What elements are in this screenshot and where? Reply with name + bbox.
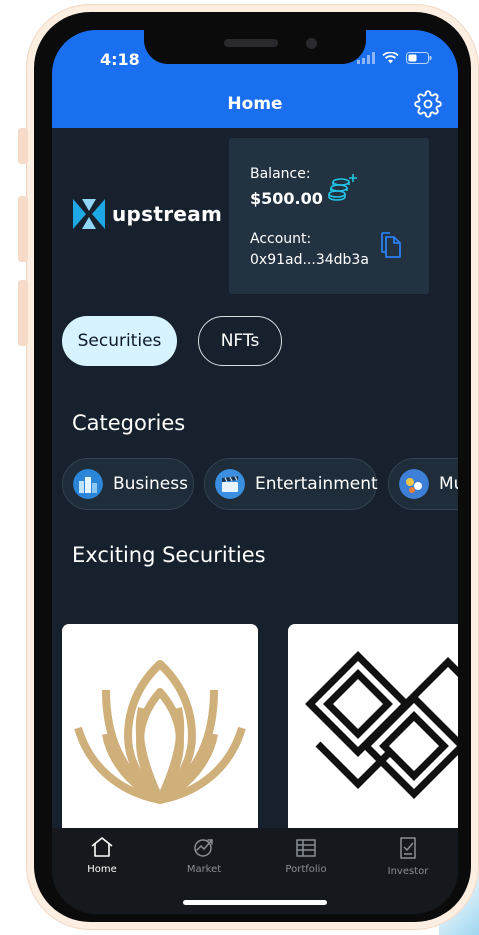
status-time: 4:18 (100, 50, 140, 69)
category-business[interactable]: Business (62, 458, 194, 510)
business-icon (73, 469, 103, 499)
tab-label: Portfolio (285, 864, 327, 875)
add-funds-coins-icon[interactable] (327, 172, 359, 202)
tab-market[interactable]: Market (154, 836, 254, 875)
categories-title: Categories (72, 411, 186, 435)
phone-mute-switch (18, 128, 28, 164)
battery-icon (406, 52, 432, 64)
wallet-card: Balance: $500.00 Account: 0x91ad...34db3… (229, 138, 429, 294)
status-icons (357, 52, 432, 64)
balance-label: Balance: (250, 166, 311, 182)
copy-icon[interactable] (379, 232, 403, 260)
tab-investor[interactable]: Investor (358, 836, 458, 877)
front-camera (306, 38, 317, 49)
home-icon (91, 837, 113, 857)
bottom-tab-bar: Home Market Portfolio Investor (52, 828, 458, 914)
gear-icon[interactable] (414, 90, 442, 118)
tab-portfolio[interactable]: Portfolio (256, 836, 356, 875)
wifi-icon (382, 52, 399, 64)
phone-notch (144, 30, 366, 64)
exciting-securities-title: Exciting Securities (72, 543, 266, 567)
phone-volume-down (18, 280, 28, 346)
home-indicator (183, 900, 327, 905)
category-label: Mu (439, 474, 458, 494)
phone-volume-up (18, 196, 28, 262)
app-screen: 4:18 Home upstream Balance: $500.00 Acco… (52, 30, 458, 914)
balance-value: $500.00 (250, 189, 323, 208)
segment-securities[interactable]: Securities (62, 316, 177, 366)
entertainment-icon (215, 469, 245, 499)
category-label: Entertainment (255, 474, 378, 494)
music-icon (399, 469, 429, 499)
speaker-grille (224, 39, 278, 47)
security-card-lotus[interactable] (62, 624, 258, 834)
lotus-logo-icon (74, 660, 246, 804)
tab-home[interactable]: Home (52, 836, 152, 875)
tab-label: Home (87, 864, 117, 875)
upstream-logo-icon (73, 199, 105, 229)
account-address: 0x91ad...34db3a (250, 252, 369, 268)
brand-name: upstream (112, 202, 223, 226)
category-entertainment[interactable]: Entertainment (204, 458, 378, 510)
category-music[interactable]: Mu (388, 458, 458, 510)
page-title: Home (227, 94, 283, 114)
account-label: Account: (250, 231, 312, 247)
segment-nfts[interactable]: NFTs (198, 316, 282, 366)
investor-icon (400, 837, 416, 859)
tab-label: Investor (387, 866, 429, 877)
security-card-geometric[interactable] (288, 624, 458, 834)
market-icon (194, 839, 213, 857)
brand-logo: upstream (72, 198, 222, 230)
category-label: Business (113, 474, 188, 494)
tab-label: Market (186, 864, 222, 875)
geometric-logo-icon (305, 651, 458, 799)
portfolio-icon (296, 839, 316, 857)
app-header: 4:18 Home (52, 30, 458, 128)
